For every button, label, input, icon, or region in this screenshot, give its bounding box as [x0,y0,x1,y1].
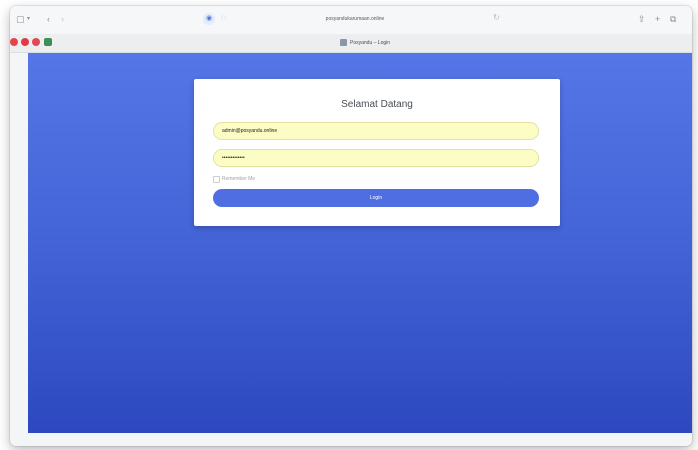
remember-checkbox[interactable] [213,176,220,183]
extension-icon[interactable] [21,38,29,46]
forward-icon[interactable]: › [61,14,64,24]
tabs-overview-icon[interactable]: ⧉ [670,14,676,24]
reload-icon[interactable]: ↻ [493,11,500,25]
extension-icon[interactable] [10,38,18,46]
chevron-down-icon[interactable]: ▾ [27,14,30,24]
share-icon[interactable]: ⇪ [638,14,646,24]
login-button[interactable]: Login [213,189,539,207]
browser-window: ▢ ▾ ‹ › ◉ ◌ posyandukarumaan.online ↻ ⇪ … [10,6,692,446]
page-title: Selamat Datang [341,99,413,110]
tab-title: Posyandu – Login [350,40,391,46]
email-field[interactable] [213,122,539,140]
browser-toolbar: ▢ ▾ ‹ › ◉ ◌ posyandukarumaan.online ↻ ⇪ … [10,6,692,34]
password-field[interactable] [213,149,539,167]
extension-icon[interactable] [32,38,40,46]
back-icon[interactable]: ‹ [47,14,50,24]
tab-bar: Posyandu – Login [10,34,692,53]
new-tab-icon[interactable]: + [655,14,660,24]
sidebar-icon[interactable]: ▢ [16,14,25,24]
page-content: Selamat Datang Remember Me Login [28,53,692,433]
address-bar[interactable]: posyandukarumaan.online [205,12,505,27]
tab-active[interactable]: Posyandu – Login [340,38,390,48]
shield-extension-icon[interactable] [44,38,52,46]
remember-label: Remember Me [222,176,256,182]
login-card: Selamat Datang Remember Me Login [194,79,560,226]
favicon-icon [340,39,347,47]
